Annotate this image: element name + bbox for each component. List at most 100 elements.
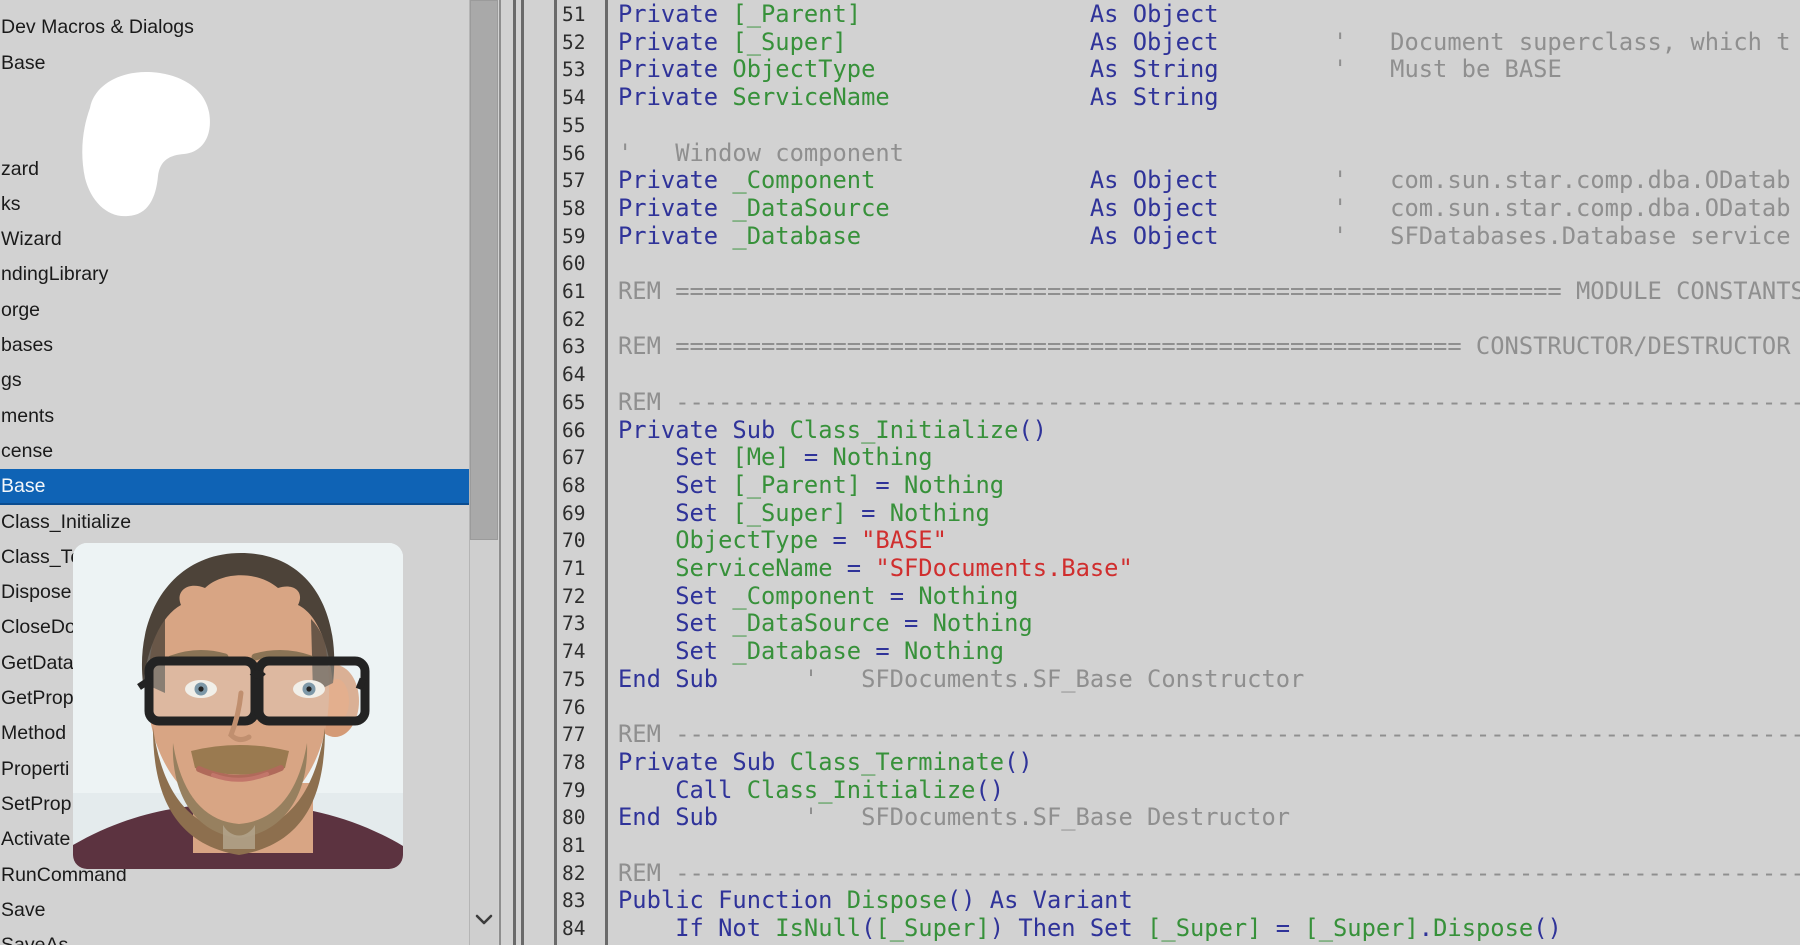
line-number[interactable]: 72 xyxy=(562,583,585,611)
code-line[interactable]: Private ServiceName As String xyxy=(618,84,1219,112)
code-line[interactable]: REM ====================================… xyxy=(618,333,1791,361)
tree-scrollbar[interactable] xyxy=(469,0,498,945)
line-number[interactable]: 66 xyxy=(562,417,585,445)
line-number[interactable]: 55 xyxy=(562,112,585,140)
code-token-kw: ( xyxy=(861,914,875,942)
code-token-com: ' SFDocuments.SF_Base Destructor xyxy=(718,803,1290,831)
tree-item[interactable]: orge xyxy=(0,293,469,328)
tree-item-empty[interactable] xyxy=(0,116,469,151)
line-number[interactable]: 51 xyxy=(562,1,585,29)
line-number[interactable]: 73 xyxy=(562,610,585,638)
code-line[interactable]: ObjectType = "BASE" xyxy=(618,527,947,555)
tree-item[interactable]: gs xyxy=(0,363,469,398)
code-line[interactable]: Private _Component As Object ' com.sun.s… xyxy=(618,167,1791,195)
line-number[interactable]: 58 xyxy=(562,195,585,223)
line-number[interactable]: 75 xyxy=(562,666,585,694)
code-line[interactable]: End Sub ' SFDocuments.SF_Base Constructo… xyxy=(618,666,1304,694)
line-number[interactable]: 71 xyxy=(562,555,585,583)
code-line[interactable]: Set _DataSource = Nothing xyxy=(618,610,1033,638)
line-number[interactable]: 60 xyxy=(562,250,585,278)
line-number[interactable]: 83 xyxy=(562,887,585,915)
code-token-kw: () As Variant xyxy=(947,886,1133,914)
line-number[interactable]: 80 xyxy=(562,804,585,832)
code-token-kw: = xyxy=(847,499,890,527)
code-line[interactable]: Set _Database = Nothing xyxy=(618,638,1004,666)
line-number[interactable]: 77 xyxy=(562,721,585,749)
scrollbar-thumb[interactable] xyxy=(470,0,498,540)
line-number[interactable]: 57 xyxy=(562,167,585,195)
tree-item[interactable]: bases xyxy=(0,328,469,363)
code-token-pl xyxy=(618,554,675,582)
code-line[interactable]: ' Window component xyxy=(618,140,904,168)
tree-item[interactable]: ks xyxy=(0,187,469,222)
line-number[interactable]: 79 xyxy=(562,777,585,805)
tree-item-label: bases xyxy=(1,334,53,356)
code-line[interactable]: REM ------------------------------------… xyxy=(618,860,1800,888)
tree-item[interactable]: SaveAs xyxy=(0,928,469,945)
code-token-kw: End Sub xyxy=(618,665,718,693)
line-number[interactable]: 74 xyxy=(562,638,585,666)
tree-item[interactable]: ndingLibrary xyxy=(0,257,469,292)
code-line[interactable]: Private [_Super] As Object ' Document su… xyxy=(618,29,1791,57)
code-line[interactable]: Set _Component = Nothing xyxy=(618,583,1018,611)
code-token-kw: Set xyxy=(675,471,732,499)
code-editor[interactable]: Private [_Parent] As ObjectPrivate [_Sup… xyxy=(618,0,1800,945)
code-line[interactable]: Private Sub Class_Terminate() xyxy=(618,749,1033,777)
line-number[interactable]: 70 xyxy=(562,527,585,555)
window-splitter[interactable] xyxy=(521,0,524,945)
tree-item[interactable]: Wizard xyxy=(0,222,469,257)
code-line[interactable]: Private _DataSource As Object ' com.sun.… xyxy=(618,195,1791,223)
code-line[interactable]: ServiceName = "SFDocuments.Base" xyxy=(618,555,1133,583)
code-token-id: IsNull xyxy=(775,914,861,942)
code-line[interactable]: Public Function Dispose() As Variant xyxy=(618,887,1133,915)
code-line[interactable]: Private [_Parent] As Object xyxy=(618,1,1219,29)
tree-item[interactable]: zard xyxy=(0,152,469,187)
code-line[interactable]: REM ------------------------------------… xyxy=(618,721,1800,749)
line-number[interactable]: 53 xyxy=(562,56,585,84)
tree-item[interactable]: Base xyxy=(0,46,469,81)
tree-item[interactable]: Class_Initialize xyxy=(0,505,469,540)
tree-item[interactable]: Base xyxy=(0,469,469,504)
window-splitter[interactable] xyxy=(513,0,516,945)
tree-item[interactable]: cense xyxy=(0,434,469,469)
line-number[interactable]: 68 xyxy=(562,472,585,500)
code-line[interactable]: REM ------------------------------------… xyxy=(618,389,1800,417)
line-number[interactable]: 54 xyxy=(562,84,585,112)
line-number[interactable]: 84 xyxy=(562,915,585,943)
line-number[interactable]: 56 xyxy=(562,140,585,168)
line-number[interactable]: 52 xyxy=(562,29,585,57)
line-number[interactable]: 63 xyxy=(562,333,585,361)
line-number[interactable]: 62 xyxy=(562,306,585,334)
line-number[interactable]: 78 xyxy=(562,749,585,777)
tree-item[interactable]: Dev Macros & Dialogs xyxy=(0,10,469,45)
code-token-pl xyxy=(618,443,675,471)
line-number[interactable]: 81 xyxy=(562,832,585,860)
code-line[interactable]: End Sub ' SFDocuments.SF_Base Destructor xyxy=(618,804,1290,832)
code-line[interactable]: Private ObjectType As String ' Must be B… xyxy=(618,56,1562,84)
line-number[interactable]: 61 xyxy=(562,278,585,306)
line-number[interactable]: 76 xyxy=(562,694,585,722)
tree-item-label: ments xyxy=(1,405,54,427)
line-number[interactable]: 65 xyxy=(562,389,585,417)
line-number[interactable]: 67 xyxy=(562,444,585,472)
code-line[interactable]: Set [_Super] = Nothing xyxy=(618,500,990,528)
code-line[interactable]: Call Class_Initialize() xyxy=(618,777,1004,805)
line-number[interactable]: 64 xyxy=(562,361,585,389)
code-token-pl xyxy=(847,28,1090,56)
line-number-gutter[interactable]: 5152535455565758596061626364656667686970… xyxy=(557,0,605,945)
code-line[interactable]: Private _Database As Object ' SFDatabase… xyxy=(618,223,1791,251)
code-token-com: ' com.sun.star.comp.dba.ODatab xyxy=(1333,166,1791,194)
tree-item[interactable]: ments xyxy=(0,399,469,434)
code-line[interactable]: If Not IsNull([_Super]) Then Set [_Super… xyxy=(618,915,1562,943)
tree-item-empty[interactable] xyxy=(0,81,469,116)
tree-item[interactable]: Save xyxy=(0,893,469,928)
code-line[interactable]: Set [Me] = Nothing xyxy=(618,444,933,472)
code-token-kw: () xyxy=(1018,416,1047,444)
code-line[interactable]: REM ====================================… xyxy=(618,278,1800,306)
scroll-down-button[interactable] xyxy=(470,900,498,945)
line-number[interactable]: 82 xyxy=(562,860,585,888)
line-number[interactable]: 59 xyxy=(562,223,585,251)
line-number[interactable]: 69 xyxy=(562,500,585,528)
code-line[interactable]: Private Sub Class_Initialize() xyxy=(618,417,1047,445)
code-line[interactable]: Set [_Parent] = Nothing xyxy=(618,472,1004,500)
